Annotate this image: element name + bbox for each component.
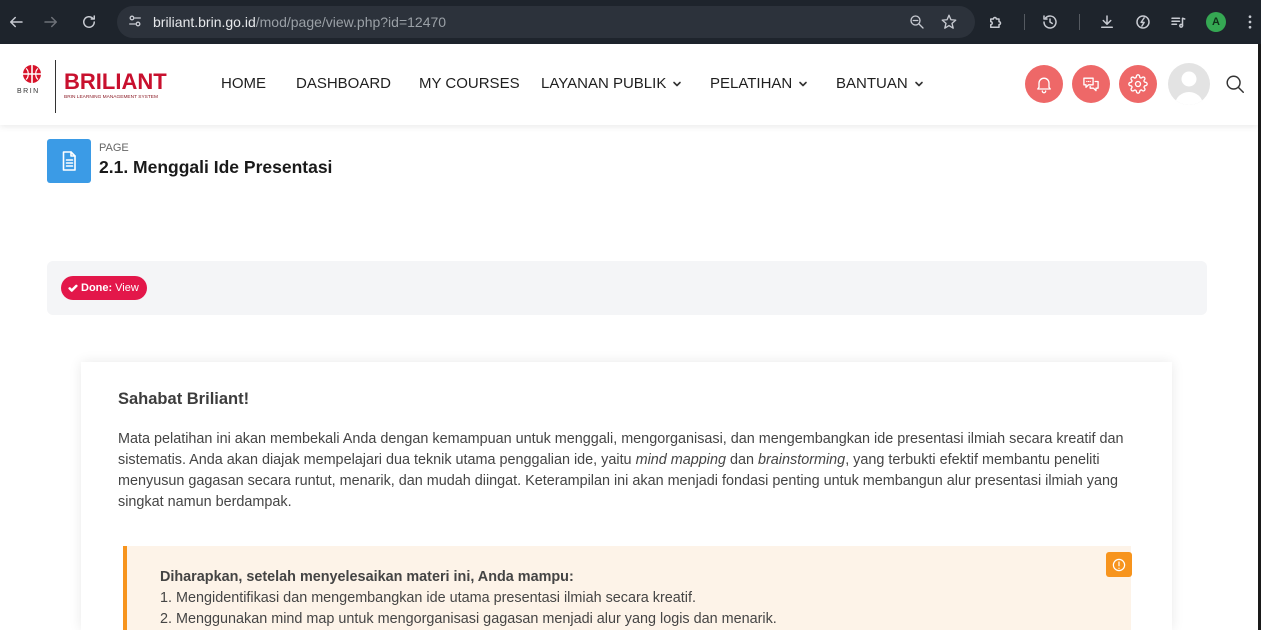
page-content-card: Sahabat Briliant! Mata pelatihan ini aka…: [81, 362, 1172, 630]
reload-icon: [83, 15, 95, 28]
menu-kebab-icon: [1248, 15, 1252, 29]
bell-icon: [1037, 77, 1051, 94]
nav-label: DASHBOARD: [296, 75, 392, 92]
address-bar[interactable]: briliant.brin.go.id/mod/page/view.php?id…: [117, 6, 975, 38]
toolbar-divider: [1079, 14, 1080, 30]
intro-paragraph: Mata pelatihan ini akan membekali Anda d…: [118, 429, 1135, 513]
gear-icon: [1128, 74, 1148, 94]
search-icon: [1226, 75, 1244, 93]
bookmark-button[interactable]: [938, 11, 960, 33]
chat-icon: [1083, 77, 1099, 92]
messages-button[interactable]: [1072, 65, 1110, 103]
forward-button[interactable]: [39, 10, 63, 34]
learning-objectives-callout: Diharapkan, setelah menyelesaikan materi…: [123, 546, 1132, 630]
brand-name[interactable]: BRILIANT: [64, 69, 167, 95]
brand-divider: [55, 60, 56, 113]
page-type-label: PAGE: [99, 142, 129, 154]
site-settings-button[interactable]: [126, 12, 146, 32]
browser-menu-button[interactable]: [1238, 10, 1261, 34]
nav-my-courses[interactable]: MY COURSES: [419, 75, 520, 93]
nav-bantuan[interactable]: BANTUAN: [836, 75, 924, 93]
nav-label: HOME: [221, 75, 266, 92]
chevron-down-icon: [799, 81, 808, 87]
bookmark-star-icon: [941, 14, 957, 29]
intro-text: dan: [725, 452, 758, 468]
chevron-down-icon: [673, 81, 682, 87]
page-icon: [62, 151, 76, 171]
completion-status-badge: Done: View: [61, 276, 147, 300]
history-button[interactable]: [1038, 10, 1062, 34]
extensions-button[interactable]: [984, 10, 1008, 34]
page-title: 2.1. Menggali Ide Presentasi: [99, 157, 333, 177]
user-avatar-icon: [1175, 71, 1203, 105]
brin-emblem-icon[interactable]: [20, 64, 44, 84]
search-button[interactable]: [1224, 73, 1246, 95]
performance-button[interactable]: [1131, 10, 1155, 34]
nav-pelatihan[interactable]: PELATIHAN: [710, 75, 808, 93]
activity-completion-bar: Done: View: [47, 261, 1207, 315]
brin-logo-text: BRIN: [17, 88, 40, 95]
toolbar-divider: [1024, 14, 1025, 30]
profile-avatar[interactable]: A: [1206, 12, 1226, 32]
history-icon: [1043, 15, 1057, 29]
site-settings-icon: [129, 15, 141, 27]
brand-tagline: BRIN LEARNING MANAGEMENT SYSTEM: [64, 95, 158, 100]
zoom-out-icon: [910, 15, 924, 29]
content-heading: Sahabat Briliant!: [118, 390, 250, 408]
objectives-title: Diharapkan, setelah menyelesaikan materi…: [160, 569, 574, 585]
settings-button[interactable]: [1119, 65, 1157, 103]
nav-label: MY COURSES: [419, 75, 520, 92]
callout-badge: [1106, 552, 1132, 577]
page-activity-icon-box: [47, 139, 91, 183]
url-text[interactable]: briliant.brin.go.id/mod/page/view.php?id…: [153, 6, 446, 38]
download-icon: [1101, 15, 1113, 28]
nav-label: LAYANAN PUBLIK: [541, 75, 667, 92]
back-button[interactable]: [4, 10, 28, 34]
objective-item: 2. Menggunakan mind map untuk mengorgani…: [160, 611, 777, 627]
user-avatar-button[interactable]: [1168, 63, 1210, 105]
media-control-button[interactable]: [1166, 10, 1190, 34]
nav-dashboard[interactable]: DASHBOARD: [296, 75, 391, 93]
media-control-icon: [1171, 17, 1186, 28]
intro-emphasis: brainstorming: [758, 452, 846, 468]
objective-item: 1. Mengidentifikasi dan mengembangkan id…: [160, 590, 696, 606]
reload-button[interactable]: [77, 10, 101, 34]
url-path: /mod/page/view.php?id=12470: [255, 14, 447, 30]
nav-label: PELATIHAN: [710, 75, 793, 92]
check-icon: [68, 284, 78, 292]
nav-layanan-publik[interactable]: LAYANAN PUBLIK: [541, 75, 682, 93]
downloads-button[interactable]: [1095, 10, 1119, 34]
browser-toolbar: briliant.brin.go.id/mod/page/view.php?id…: [0, 0, 1261, 44]
extensions-icon: [990, 16, 1002, 28]
back-icon: [10, 16, 23, 28]
intro-emphasis: mind mapping: [635, 452, 726, 468]
performance-icon: [1136, 15, 1150, 29]
site-header: BRIN BRILIANT BRIN LEARNING MANAGEMENT S…: [0, 44, 1258, 125]
notifications-button[interactable]: [1025, 65, 1063, 103]
completion-value: View: [115, 282, 139, 294]
forward-icon: [44, 16, 57, 28]
completion-label: Done:: [81, 282, 113, 294]
zoom-button[interactable]: [906, 11, 928, 33]
chevron-down-icon: [914, 81, 923, 87]
nav-label: BANTUAN: [836, 75, 908, 92]
url-host: briliant.brin.go.id: [153, 14, 256, 30]
nav-home[interactable]: HOME: [221, 75, 266, 93]
alert-circle-icon: [1112, 558, 1126, 571]
